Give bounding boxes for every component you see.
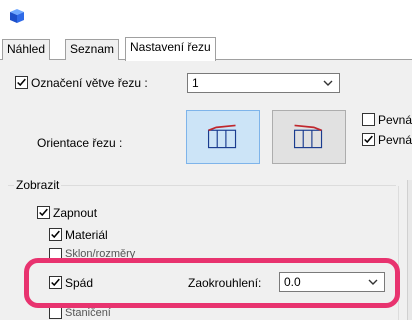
enable-checkbox[interactable] — [37, 206, 50, 219]
display-group-label: Zobrazit — [14, 178, 62, 192]
material-checkbox[interactable] — [49, 228, 62, 241]
branch-select[interactable]: 1 — [187, 73, 340, 93]
stationing-label: Staničení — [65, 307, 111, 319]
orientation-left-button[interactable] — [186, 110, 260, 164]
branch-select-value: 1 — [192, 76, 199, 90]
fixed-option-2-label: Pevná — [378, 133, 412, 147]
branch-label-text: Označení větve řezu : — [31, 76, 148, 90]
orientation-right-button[interactable] — [272, 110, 346, 164]
right-side-panel — [407, 180, 412, 320]
fixed-option-1-label: Pevná — [378, 113, 412, 127]
app-cube-icon — [10, 9, 24, 23]
enable-label: Zapnout — [53, 206, 98, 220]
material-label: Materiál — [65, 228, 108, 242]
display-group-border — [8, 185, 396, 186]
tab-list[interactable]: Seznam — [65, 39, 120, 60]
tab-preview[interactable]: Náhled — [2, 39, 51, 60]
fixed-option-2-checkbox[interactable] — [362, 133, 375, 146]
title-bar — [0, 0, 412, 38]
highlight-annotation — [24, 258, 400, 308]
fixed-option-1-checkbox[interactable] — [362, 113, 375, 126]
tab-section-settings[interactable]: Nastavení řezu — [125, 37, 216, 61]
section-orientation-left-icon — [207, 124, 237, 149]
section-orientation-right-icon — [293, 124, 323, 149]
orientation-label: Orientace řezu : — [37, 136, 123, 150]
tab-strip: Náhled Seznam Nastavení řezu — [0, 37, 412, 61]
branch-label-checkbox[interactable] — [15, 76, 28, 89]
chevron-down-icon — [323, 80, 333, 86]
